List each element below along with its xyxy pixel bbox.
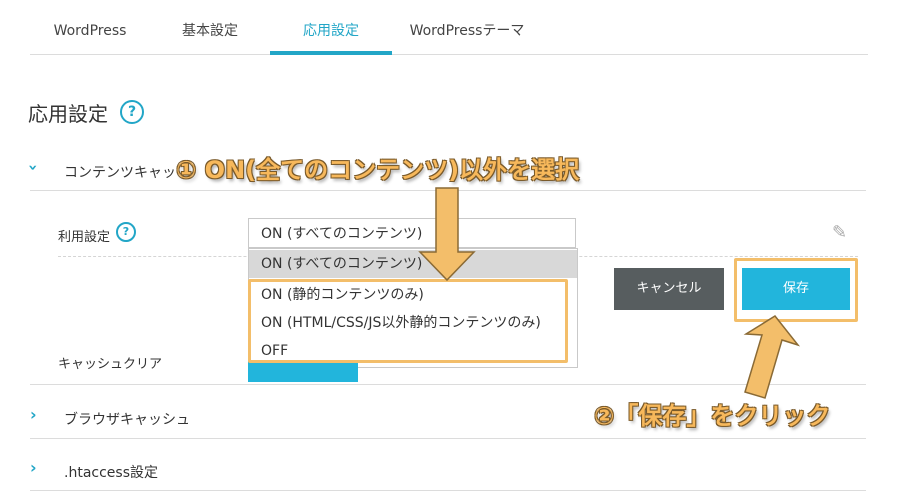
- annotation-arrows: [418, 187, 801, 399]
- arrow-up-icon: [743, 315, 801, 399]
- arrow-down-icon: [418, 187, 476, 282]
